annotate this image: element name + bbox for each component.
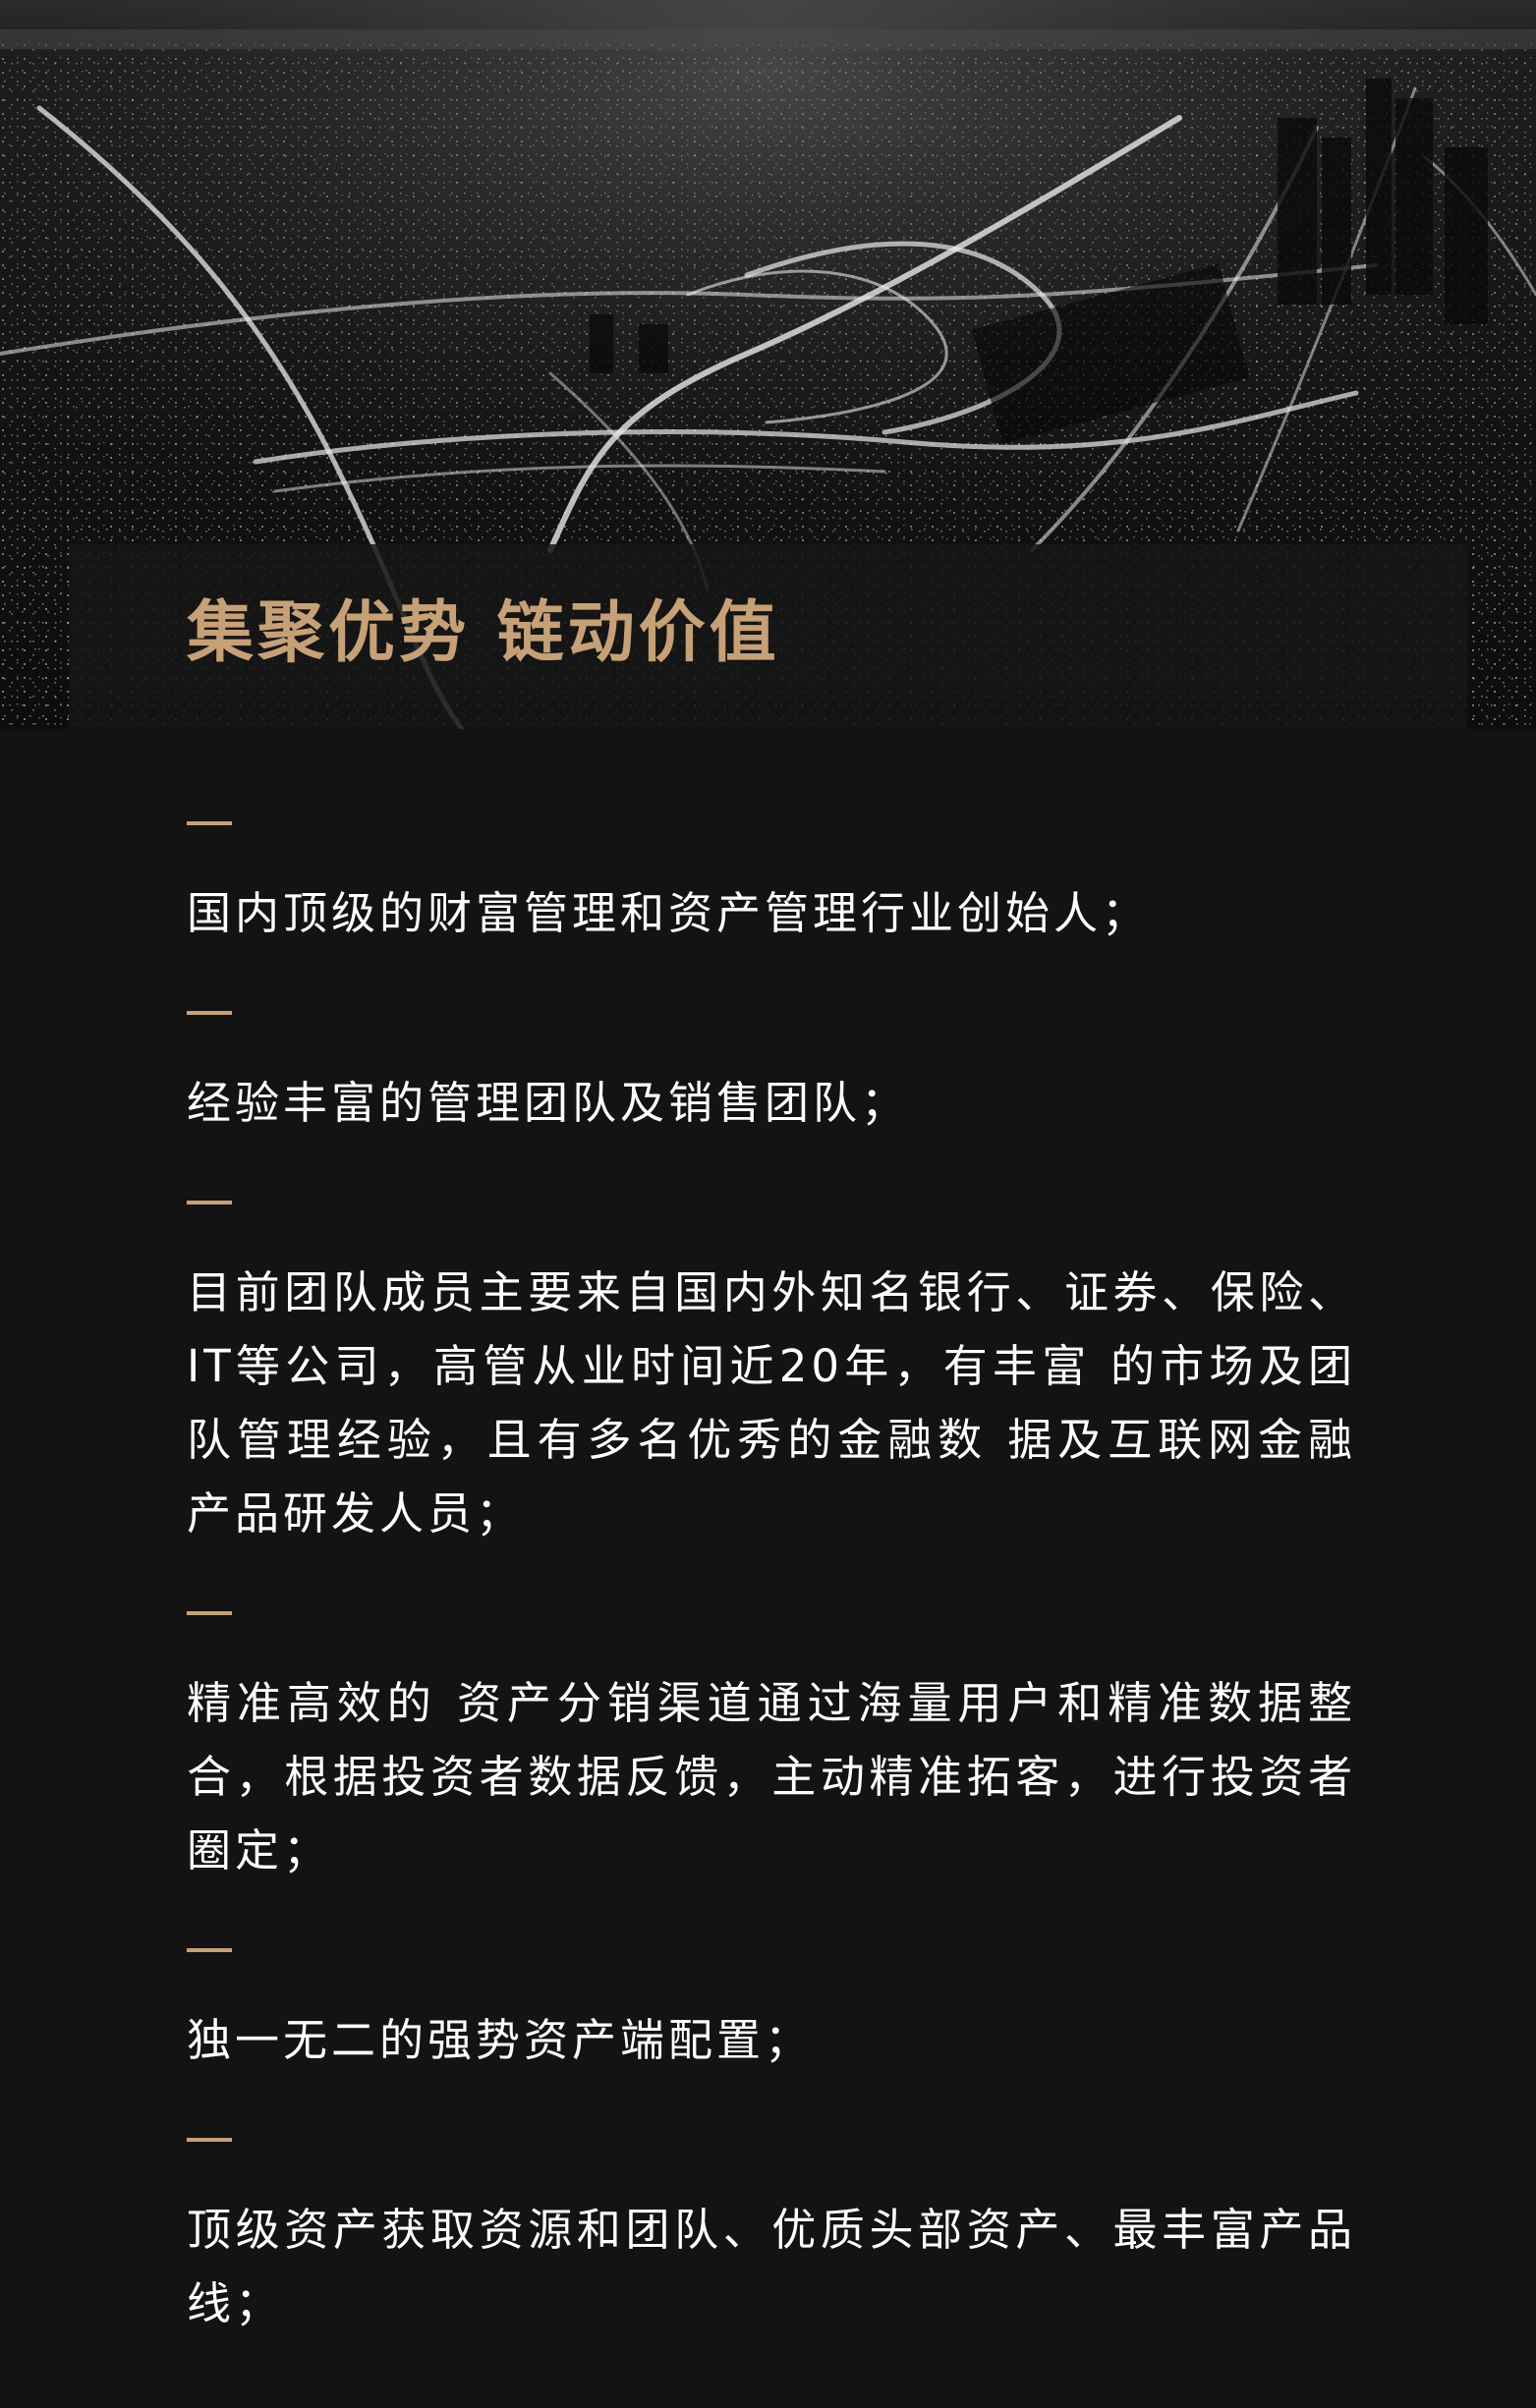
list-item: 国内顶级的财富管理和资产管理行业创始人； <box>187 729 1356 950</box>
page: 集聚优势 链动价值 国内顶级的财富管理和资产管理行业创始人； 经验丰富的管理团队… <box>0 0 1536 2408</box>
gold-dash-divider <box>187 1011 232 1015</box>
list-item: 目前团队成员主要来自国内外知名银行、证券、保险、IT等公司，高管从业时间近20年… <box>187 1140 1356 1550</box>
item-text: 国内顶级的财富管理和资产管理行业创始人； <box>187 887 1151 939</box>
gold-dash-divider <box>187 821 232 825</box>
gold-dash-divider <box>187 1611 232 1615</box>
list-item: 顶级资产获取资源和团队、优质头部资产、最丰富产品线； <box>187 2077 1356 2340</box>
item-text: 顶级资产获取资源和团队、优质头部资产、最丰富产品线； <box>187 2204 1356 2329</box>
list-item: 精准高效的 资产分销渠道通过海量用户和精准数据整合，根据投资者数据反馈，主动精准… <box>187 1550 1356 1887</box>
item-text: 精准高效的 资产分销渠道通过海量用户和精准数据整合，根据投资者数据反馈，主动精准… <box>187 1677 1356 1876</box>
gold-dash-divider <box>187 1201 232 1204</box>
item-text: 独一无二的强势资产端配置； <box>187 2014 814 2066</box>
content-list: 国内顶级的财富管理和资产管理行业创始人； 经验丰富的管理团队及销售团队； 目前团… <box>187 729 1356 2340</box>
gold-dash-divider <box>187 1948 232 1952</box>
list-item: 经验丰富的管理团队及销售团队； <box>187 950 1356 1140</box>
item-text: 经验丰富的管理团队及销售团队； <box>187 1077 910 1129</box>
gold-dash-divider <box>187 2138 232 2142</box>
item-text: 目前团队成员主要来自国内外知名银行、证券、保险、IT等公司，高管从业时间近20年… <box>187 1266 1356 1540</box>
page-title: 集聚优势 链动价值 <box>187 594 780 672</box>
title-band: 集聚优势 链动价值 <box>69 544 1467 729</box>
list-item: 独一无二的强势资产端配置； <box>187 1887 1356 2077</box>
